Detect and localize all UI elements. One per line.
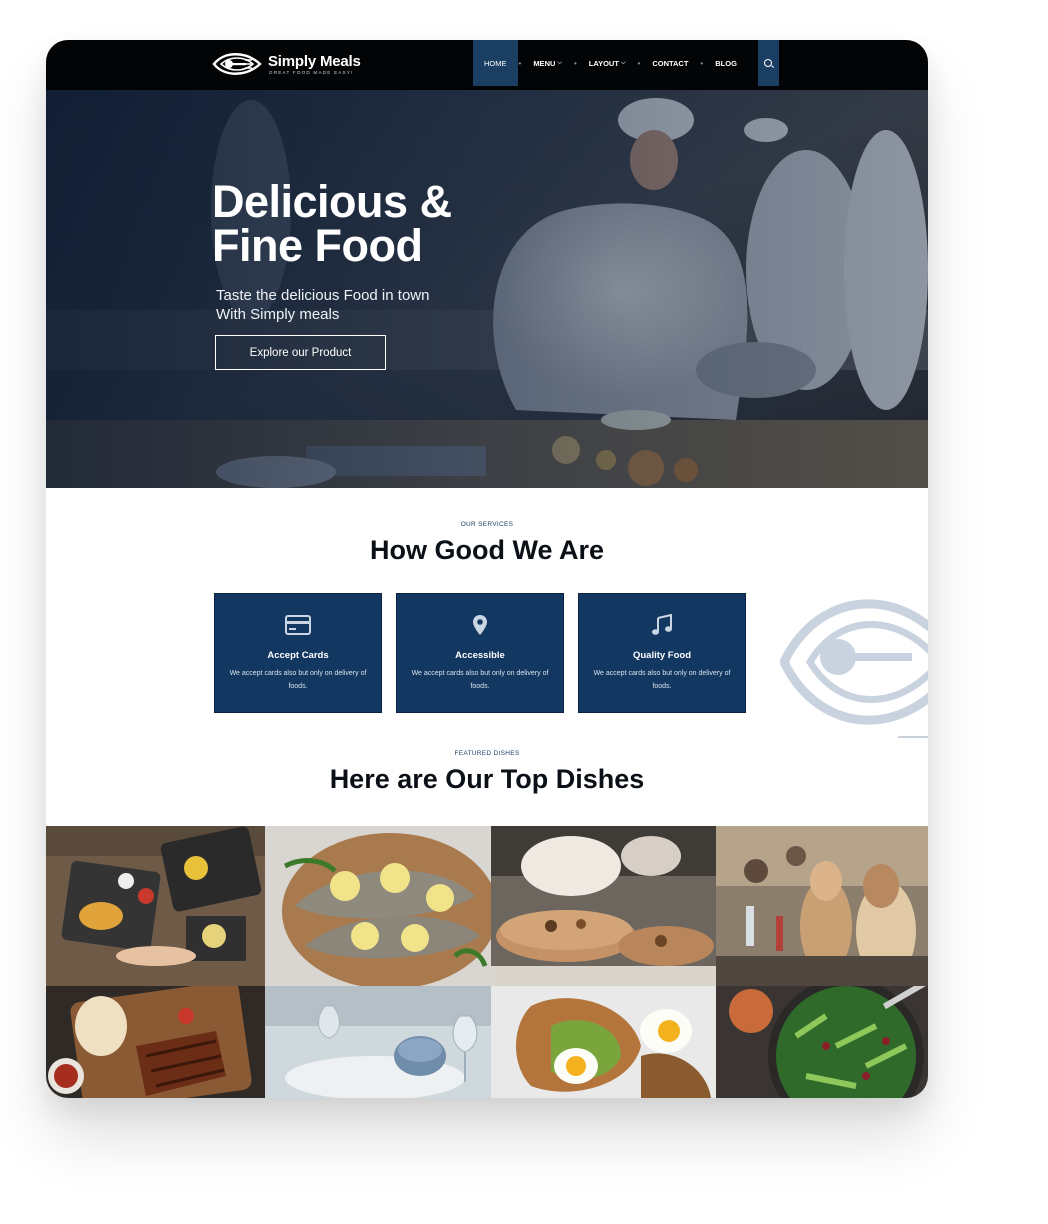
services-title: How Good We Are (369, 535, 604, 565)
watermark-divider (898, 736, 928, 738)
nav-item-menu[interactable]: MENU ⌵ (522, 40, 573, 86)
nav-item-menu-label: MENU (533, 58, 556, 68)
dish-gallery (46, 826, 928, 1098)
service-card-quality-food[interactable]: Quality Food We accept cards also but on… (578, 593, 746, 713)
hero-subtitle-line: Taste the delicious Food in town (216, 287, 430, 304)
services-eyebrow: OUR SERVICES (460, 521, 514, 528)
hero-subtitle: Taste the delicious Food in town With Si… (216, 286, 506, 324)
credit-card-icon (285, 612, 311, 638)
service-card-title: Quality Food (632, 650, 692, 661)
hero-title-line: Fine Food (212, 220, 423, 271)
dish-photo-steak-board[interactable] (46, 986, 265, 1098)
service-card-text: We accept cards also but only on deliver… (229, 670, 367, 690)
service-card-text: We accept cards also but only on deliver… (411, 670, 549, 690)
dish-photo-snack-platter[interactable] (46, 826, 265, 986)
fish-spoon-watermark-icon (780, 599, 928, 725)
service-card-title: Accept Cards (267, 650, 329, 661)
hero-subtitle-line: With Simply meals (216, 306, 340, 323)
location-pin-icon (467, 612, 493, 638)
nav-item-contact-label: CONTACT (652, 58, 689, 68)
service-card-title: Accessible (455, 650, 505, 661)
service-cards: Accept Cards We accept cards also but on… (214, 593, 746, 713)
dish-photo-avocado-toast[interactable] (491, 986, 716, 1098)
hero-title-line: Delicious & (212, 176, 452, 227)
search-button[interactable] (757, 40, 779, 86)
service-card-accessible[interactable]: Accessible We accept cards also but only… (396, 593, 564, 713)
dish-photo-chef-plating[interactable] (491, 826, 716, 986)
chevron-down-icon: ⌵ (557, 59, 562, 66)
brand-tagline: GREAT FOOD MADE EASY! (269, 69, 354, 75)
nav-item-blog-label: BLOG (715, 58, 737, 68)
hero-title: Delicious & Fine Food (212, 176, 532, 271)
search-icon (764, 59, 773, 67)
main-menu: HOME • MENU ⌵ • LAYOUT ⌵ • CONTACT • BLOG (473, 40, 779, 86)
brand-logo[interactable]: Simply Meals GREAT FOOD MADE EASY! (212, 49, 361, 79)
dish-photo-grilled-fish[interactable] (265, 826, 491, 986)
dish-photo-restaurant-diners[interactable] (716, 826, 928, 986)
nav-item-blog[interactable]: BLOG (704, 40, 748, 86)
featured-title: Here are Our Top Dishes (329, 764, 645, 794)
nav-item-home-label: HOME (484, 58, 507, 68)
nav-item-layout[interactable]: LAYOUT ⌵ (578, 40, 637, 86)
fish-spoon-logo-icon (212, 53, 262, 75)
chevron-down-icon: ⌵ (620, 59, 626, 66)
nav-item-home[interactable]: HOME (473, 40, 518, 86)
nav-item-layout-label: LAYOUT (588, 58, 619, 68)
featured-eyebrow: FEATURED DISHES (454, 750, 520, 757)
brand-name: Simply Meals (268, 52, 361, 70)
dish-photo-green-salad[interactable] (716, 986, 928, 1098)
service-card-text: We accept cards also but only on deliver… (593, 670, 731, 690)
hero-banner: Delicious & Fine Food Taste the deliciou… (46, 90, 928, 488)
explore-product-button[interactable]: Explore our Product (215, 335, 386, 370)
top-navbar: Simply Meals GREAT FOOD MADE EASY! HOME … (46, 40, 928, 90)
dish-photo-table-setting[interactable] (265, 986, 491, 1098)
music-note-icon (649, 612, 675, 638)
browser-page-frame: Simply Meals GREAT FOOD MADE EASY! HOME … (46, 40, 928, 1098)
service-card-accept-cards[interactable]: Accept Cards We accept cards also but on… (214, 593, 382, 713)
nav-item-contact[interactable]: CONTACT (641, 40, 699, 86)
